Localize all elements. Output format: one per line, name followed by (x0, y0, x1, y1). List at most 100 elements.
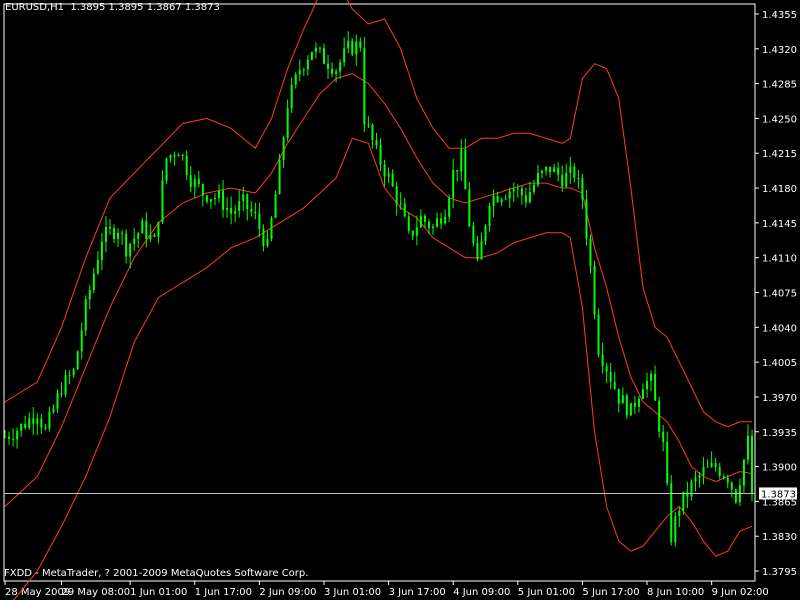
price-bar-body (646, 380, 649, 390)
x-tick-label: 1 Jun 17:00 (195, 587, 252, 598)
price-bar-body (104, 226, 107, 242)
price-bar-body (714, 463, 717, 468)
price-bar-body (161, 180, 164, 223)
current-price-label-text: 1.3873 (761, 489, 796, 500)
price-bar-body (121, 232, 124, 234)
price-bar-body (169, 155, 172, 159)
price-bar-body (125, 233, 128, 257)
y-tick-label: 1.3830 (762, 532, 797, 543)
price-bar-body (440, 218, 443, 224)
price-bar-body (605, 366, 608, 372)
price-bar-body (193, 178, 196, 187)
x-tick-label: 29 May 08:00 (62, 587, 131, 598)
price-bar-body (557, 167, 560, 175)
price-bar-body (633, 402, 636, 407)
price-bar-body (355, 41, 358, 55)
price-bar-body (492, 195, 495, 206)
price-bars (4, 31, 753, 547)
price-bar-body (452, 170, 455, 198)
price-bar-body (589, 238, 592, 267)
price-bar-body (399, 203, 402, 205)
current-price-label: 1.3873 (759, 487, 797, 500)
price-bar-body (597, 314, 600, 355)
price-bar-body (266, 238, 269, 246)
price-bar-body (100, 241, 103, 260)
price-bar-body (609, 371, 612, 382)
price-bar-body (549, 166, 552, 173)
chart-window[interactable]: 1.4355 1.4320 1.4285 1.4250 1.4215 1.4180 1.41… (0, 0, 800, 600)
price-bar-body (205, 195, 208, 202)
y-tick-label: 1.3970 (762, 393, 797, 404)
price-bar-body (585, 199, 588, 239)
y-tick-label: 1.4355 (762, 10, 797, 21)
price-bar-body (581, 178, 584, 200)
price-bar-body (117, 232, 120, 239)
y-tick-label: 1.4320 (762, 45, 797, 56)
x-tick-label: 3 Jun 17:00 (389, 587, 446, 598)
price-bar-body (306, 59, 309, 70)
price-bar-body (415, 227, 418, 236)
price-bar-body (407, 216, 410, 231)
price-bar-body (72, 369, 75, 376)
y-tick-label: 1.4075 (762, 289, 797, 300)
symbol-header: EURUSD,H1 1.3895 1.3895 1.3867 1.3873 (5, 2, 220, 13)
price-bar-body (423, 215, 426, 222)
y-tick-label: 1.4040 (762, 323, 797, 334)
price-bar-body (496, 195, 499, 203)
price-bar-body (650, 373, 653, 381)
price-bar-body (222, 190, 225, 210)
x-tick-label: 5 Jun 01:00 (518, 587, 575, 598)
price-bar-body (621, 395, 624, 404)
price-bar-body (553, 167, 556, 173)
price-bar-body (226, 207, 229, 210)
price-bar-body (432, 226, 435, 228)
price-bar-body (84, 299, 87, 331)
price-bar-body (577, 177, 580, 179)
price-bar-body (177, 154, 180, 157)
price-bar-body (395, 186, 398, 205)
x-tick-label: 4 Jun 09:00 (453, 587, 510, 598)
price-bar-body (339, 62, 342, 72)
y-tick-label: 1.4215 (762, 149, 797, 160)
price-bar-body (133, 238, 136, 244)
price-bar-body (108, 226, 111, 229)
price-bar-body (347, 40, 350, 49)
price-bar-body (185, 155, 188, 176)
price-bar-body (629, 402, 632, 416)
price-bar-body (88, 290, 91, 300)
x-tick-label: 1 Jun 01:00 (130, 587, 187, 598)
price-bar-body (40, 418, 43, 428)
price-bar-body (512, 188, 515, 192)
price-bar-body (569, 166, 572, 173)
price-bar-body (674, 515, 677, 543)
price-bar-body (734, 489, 737, 503)
price-bar-body (456, 170, 459, 172)
price-bar-body (726, 477, 729, 483)
price-bar-body (238, 201, 241, 212)
price-bar-body (460, 149, 463, 172)
price-bar-body (601, 354, 604, 367)
price-bar-body (32, 418, 35, 424)
price-bar-body (113, 228, 116, 239)
price-bar-body (751, 435, 753, 494)
price-bar-body (327, 63, 330, 69)
price-chart[interactable]: 1.4355 1.4320 1.4285 1.4250 1.4215 1.4180 1.41… (0, 0, 800, 600)
price-bar-body (290, 84, 293, 109)
price-bar-body (298, 70, 301, 75)
price-bar-body (60, 393, 63, 395)
price-bar-body (258, 213, 261, 229)
price-bar-body (189, 175, 192, 187)
price-bar-body (375, 140, 378, 145)
price-bar-body (524, 195, 527, 203)
price-bar-body (464, 149, 467, 190)
price-bar-body (641, 389, 644, 399)
price-bar-body (242, 194, 245, 202)
price-bar-body (145, 220, 148, 239)
price-bar-body (541, 170, 544, 174)
price-bar-body (4, 436, 6, 438)
price-bar-body (387, 173, 390, 177)
price-bar-body (488, 205, 491, 226)
price-bar-body (335, 71, 338, 74)
price-bar-body (666, 442, 669, 484)
price-bar-body (318, 47, 321, 49)
